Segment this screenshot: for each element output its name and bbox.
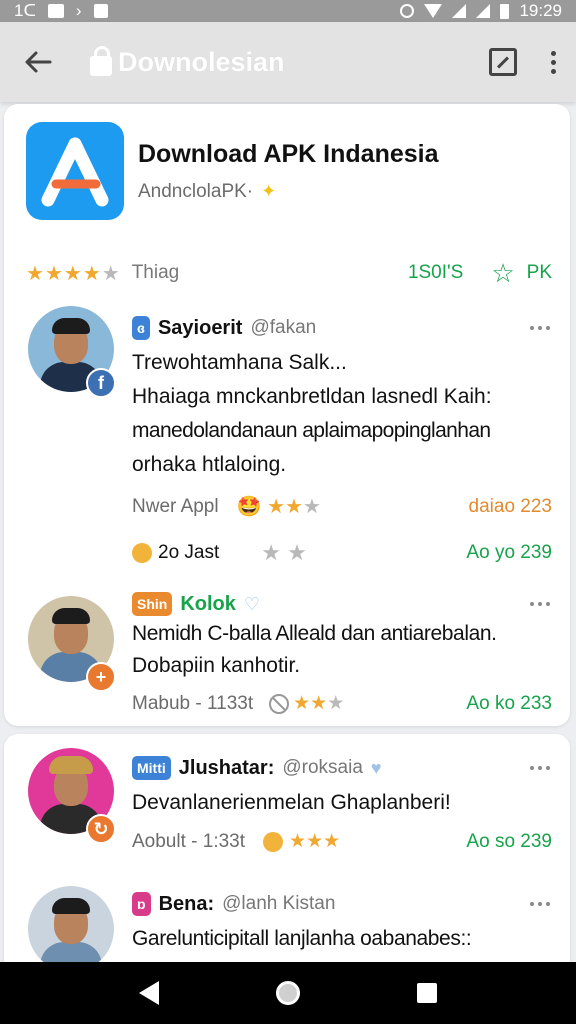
post-date: daiao 223	[468, 495, 552, 517]
post-date: Ao so 239	[466, 830, 552, 852]
more-options-button[interactable]	[530, 766, 550, 770]
user-handle: @lanh Kistan	[222, 893, 336, 914]
status-time-left: 1ᑕ	[14, 1, 36, 20]
notification-icon	[47, 4, 64, 18]
rating-k: PK	[526, 262, 552, 283]
app-logo-icon	[41, 137, 109, 207]
post-footer-row: 2o Jast ★ ★ Ao yo 239	[132, 540, 552, 566]
app-header: Download APK Indanesia AndnclolaPK· ✦	[26, 122, 439, 220]
lock-icon	[90, 46, 112, 76]
arrow-left-icon	[25, 51, 52, 73]
review-post: + Shin Kolok ♡ Nemidh C-balla Alleald da…	[4, 590, 570, 720]
review-post: f ɞ Sayioerit @fakan Trewohtamhaпa Salk.…	[4, 304, 570, 504]
signal-icon	[452, 4, 467, 18]
developer-name[interactable]: AndnclolaPK·	[138, 181, 253, 203]
username[interactable]: Bena:	[159, 893, 215, 916]
facebook-badge-icon: f	[86, 368, 116, 398]
post-source: Nwer Appl	[132, 495, 219, 517]
wifi-icon	[424, 4, 443, 18]
post-footer-right: Ao yo 239	[466, 542, 552, 563]
nav-back-icon[interactable]	[138, 981, 159, 1005]
post-date: Ao ko 233	[466, 692, 552, 714]
add-badge-icon: +	[86, 662, 116, 692]
user-tag: Mitti	[132, 756, 171, 780]
post-line: manedolandanaun aplaimapopinglanhan	[132, 419, 491, 442]
post-meta-row: Mabub - 1133t ★★★ Ao ko 233	[132, 692, 552, 715]
comment-icon	[132, 543, 152, 563]
user-tag: ɞ	[132, 316, 150, 340]
avatar[interactable]	[28, 886, 114, 972]
app-name: Download APK Indanesia	[138, 139, 439, 168]
heart-icon[interactable]: ♡	[244, 594, 260, 615]
post-line: orhaka htlaloing.	[132, 453, 287, 476]
post-line: Garelunticipitall lanjlanha oabanabes::	[132, 927, 472, 950]
user-handle: @fakan	[250, 317, 317, 338]
emoji-reaction-icon[interactable]: 🤩 ★★★	[237, 494, 321, 519]
post-source: Mabub - 1133t	[132, 692, 254, 714]
review-post: ↻ Mitti Jlushatar: @roksaia ♥ Devanlaner…	[4, 748, 570, 858]
post-meta-row: Nwer Appl 🤩 ★★★ daiao 223	[132, 494, 552, 519]
more-options-button[interactable]	[530, 902, 550, 906]
review-card: ↻ Mitti Jlushatar: @roksaia ♥ Devanlaner…	[4, 734, 570, 974]
status-time: 19:29	[519, 1, 562, 20]
review-post: ɒ Bena: @lanh Kistan Garelunticipitall l…	[4, 884, 570, 974]
post-meta-row: Aobult - 1:33t ★★★ Ao so 239	[132, 830, 552, 853]
app-icon[interactable]	[26, 122, 124, 220]
system-nav-bar	[0, 962, 576, 1024]
user-tag: Shin	[132, 592, 173, 616]
app-card: Download APK Indanesia AndnclolaPK· ✦ ★ …	[4, 104, 570, 726]
post-line: Nemidh C-balla Alleald dan antiarebalan.	[132, 622, 497, 645]
star-rating: ★★★	[289, 831, 341, 852]
block-icon[interactable]	[269, 693, 290, 714]
rating-label: Thiag	[131, 262, 180, 283]
rating-row: ★ ★ ★ ★ ★ Thiag 1S0I'S ☆ PK	[26, 260, 552, 286]
nav-recents-icon[interactable]	[417, 983, 438, 1003]
user-handle: @roksaia	[282, 757, 363, 778]
star-icon: ★	[82, 262, 101, 285]
alarm-icon	[400, 4, 415, 18]
username[interactable]: Sayioerit	[158, 317, 242, 340]
edit-button[interactable]	[489, 48, 517, 76]
page-title-text: Downolesian	[118, 46, 285, 77]
heart-icon[interactable]: ♥	[371, 758, 382, 779]
sparkle-icon: ✦	[261, 181, 277, 201]
star-icon: ★	[26, 262, 44, 285]
chevron-icon: ›	[75, 1, 82, 20]
page-title: Downolesian	[90, 46, 285, 78]
star-icon: ★	[101, 262, 120, 285]
post-line: Devanlanerienmelan Ghaplanberi!	[132, 791, 451, 814]
nav-home-icon[interactable]	[275, 981, 300, 1005]
more-options-button[interactable]	[530, 326, 550, 330]
username[interactable]: Kolok	[180, 593, 236, 616]
username[interactable]: Jlushatar:	[179, 757, 275, 780]
more-options-button[interactable]	[530, 602, 550, 606]
post-line: Trewohtamhaпa Salk...	[132, 351, 347, 374]
rating-count: 1S0I'S	[407, 262, 464, 283]
post-line: Hhaiaga mnckanbretldan lasnedl Kaih:	[132, 385, 492, 408]
post-footer-left[interactable]: 2o Jast	[158, 542, 219, 564]
star-icon: ★ ★	[261, 540, 307, 565]
overflow-menu-button[interactable]	[551, 50, 556, 74]
star-icon: ★	[44, 262, 63, 285]
coin-icon	[263, 831, 284, 852]
battery-icon	[500, 3, 510, 19]
signal-2-icon	[476, 4, 491, 18]
user-tag: ɒ	[132, 892, 151, 916]
status-bar: 1ᑕ › 19:29	[0, 0, 576, 22]
post-line: Dobapiin kanhotir.	[132, 654, 301, 677]
app-notification-icon	[93, 4, 108, 18]
refresh-badge-icon: ↻	[86, 814, 116, 844]
app-bar: Downolesian	[0, 22, 576, 102]
favorite-star-icon[interactable]: ☆	[491, 260, 514, 286]
star-icon: ★	[63, 262, 82, 285]
star-rating: ★★★	[293, 693, 345, 714]
rating-stars: ★ ★ ★ ★ ★	[26, 261, 120, 286]
post-source: Aobult - 1:33t	[132, 830, 246, 852]
back-button[interactable]	[20, 44, 56, 80]
